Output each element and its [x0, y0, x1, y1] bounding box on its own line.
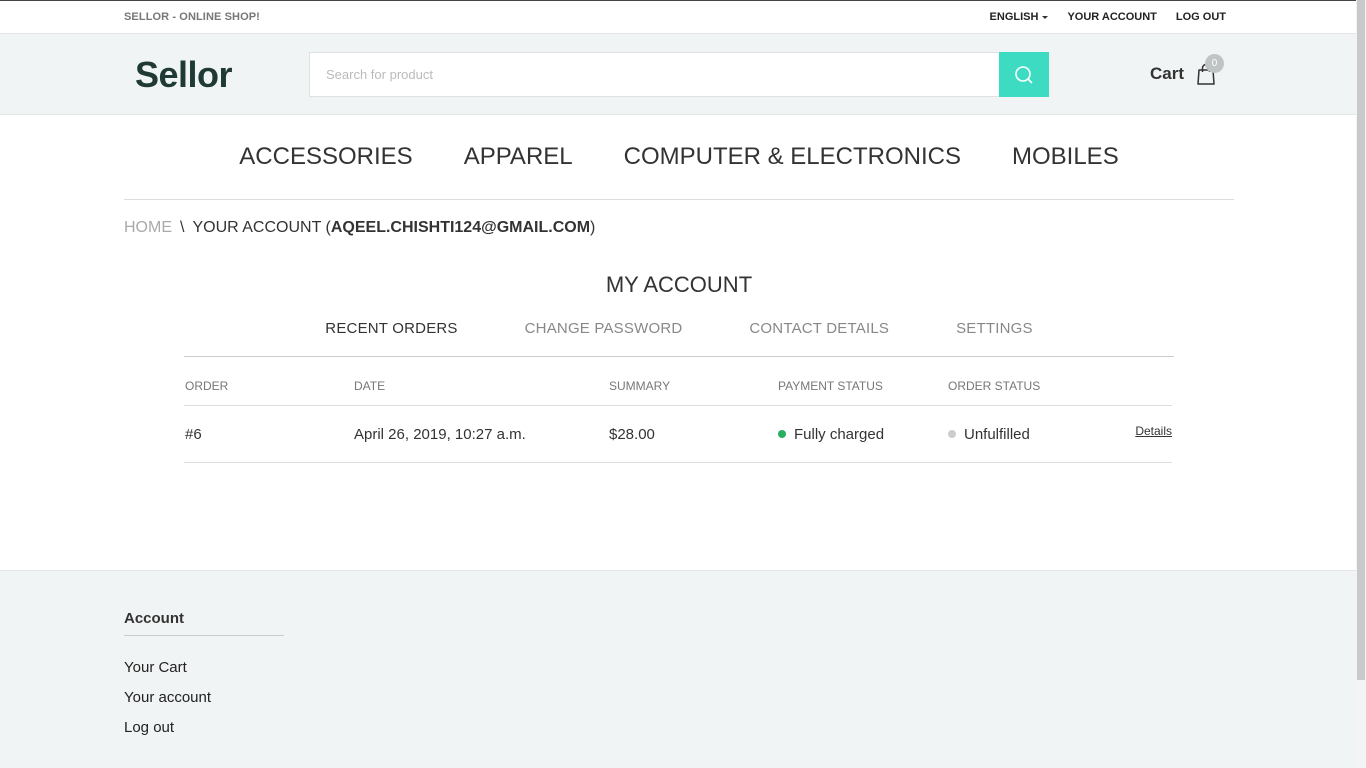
cart-label: Cart: [1150, 64, 1185, 83]
footer-heading-account: Account: [124, 610, 284, 636]
payment-status: Fully charged: [778, 426, 884, 443]
page-scrollbar[interactable]: [1356, 0, 1366, 768]
payment-status-label: Fully charged: [794, 426, 885, 443]
order-status: Unfulfilled: [948, 426, 1030, 443]
footer-link-log-out[interactable]: Log out: [124, 719, 211, 736]
table-header: ORDER DATE SUMMARY PAYMENT STATUS ORDER …: [184, 376, 1172, 406]
tab-recent-orders[interactable]: RECENT ORDERS: [325, 320, 457, 356]
column-header-order: ORDER: [185, 379, 229, 393]
footer: Account Your Cart Your account Log out: [0, 570, 1356, 768]
column-header-order-status: ORDER STATUS: [948, 379, 1041, 393]
page-title: MY ACCOUNT: [605, 272, 753, 297]
search-bar: [309, 52, 1049, 97]
search-icon: [1015, 65, 1033, 84]
order-details-link[interactable]: Details: [1135, 424, 1172, 438]
tab-settings[interactable]: SETTINGS: [956, 320, 1033, 356]
nav-accessories[interactable]: ACCESSORIES: [239, 143, 412, 171]
tab-contact-details[interactable]: CONTACT DETAILS: [749, 320, 889, 356]
header: Sellor Cart 0: [0, 34, 1356, 115]
language-selector[interactable]: ENGLISH: [990, 11, 1049, 23]
tab-change-password[interactable]: CHANGE PASSWORD: [525, 320, 683, 356]
sellor-logo[interactable]: Sellor: [135, 54, 233, 96]
account-tabs: RECENT ORDERS CHANGE PASSWORD CONTACT DE…: [184, 320, 1174, 357]
top-bar: SELLOR - ONLINE SHOP! ENGLISH YOUR ACCOU…: [0, 0, 1356, 34]
logout-link[interactable]: LOG OUT: [1176, 11, 1226, 23]
breadcrumb: HOME \ YOUR ACCOUNT (AQEEL.CHISHTI124@GMAI…: [124, 219, 595, 237]
language-label: ENGLISH: [989, 11, 1039, 23]
your-account-link[interactable]: YOUR ACCOUNT: [1067, 11, 1156, 23]
breadcrumb-current-prefix: YOUR ACCOUNT (: [192, 219, 331, 236]
nav-apparel[interactable]: APPAREL: [464, 143, 573, 171]
scrollbar-thumb[interactable]: [1357, 0, 1365, 680]
order-date: April 26, 2019, 10:27 a.m.: [354, 426, 526, 443]
paid-status-dot-icon: [778, 430, 786, 439]
order-status-label: Unfulfilled: [964, 426, 1030, 443]
column-header-payment-status: PAYMENT STATUS: [778, 379, 883, 393]
search-button[interactable]: [999, 52, 1049, 97]
search-input[interactable]: [309, 52, 999, 97]
orders-table: ORDER DATE SUMMARY PAYMENT STATUS ORDER …: [184, 376, 1172, 463]
column-header-summary: SUMMARY: [609, 379, 671, 393]
main-navigation: ACCESSORIES APPAREL COMPUTER & ELECTRONI…: [124, 115, 1234, 200]
unfulfilled-status-dot-icon: [948, 430, 956, 439]
footer-links: Your Cart Your account Log out: [124, 659, 211, 749]
footer-link-your-cart[interactable]: Your Cart: [124, 659, 211, 676]
cart-count-badge: 0: [1205, 54, 1224, 73]
top-bar-links: ENGLISH YOUR ACCOUNT LOG OUT: [990, 11, 1226, 23]
table-row: #6 April 26, 2019, 10:27 a.m. $28.00 Ful…: [184, 406, 1172, 463]
caret-down-icon: [1042, 15, 1049, 19]
breadcrumb-email: AQEEL.CHISHTI124@GMAIL.COM: [330, 219, 591, 236]
column-header-date: DATE: [354, 379, 386, 393]
cart-button[interactable]: Cart 0: [1150, 54, 1224, 86]
order-summary: $28.00: [609, 426, 655, 443]
nav-computer-electronics[interactable]: COMPUTER & ELECTRONICS: [624, 143, 961, 171]
breadcrumb-home[interactable]: HOME: [124, 219, 172, 236]
order-number: #6: [185, 426, 202, 443]
footer-link-your-account[interactable]: Your account: [124, 689, 211, 706]
breadcrumb-separator: \: [180, 219, 185, 236]
site-tagline: SELLOR - ONLINE SHOP!: [124, 11, 260, 23]
nav-mobiles[interactable]: MOBILES: [1012, 143, 1119, 171]
breadcrumb-current-suffix: ): [590, 219, 596, 236]
